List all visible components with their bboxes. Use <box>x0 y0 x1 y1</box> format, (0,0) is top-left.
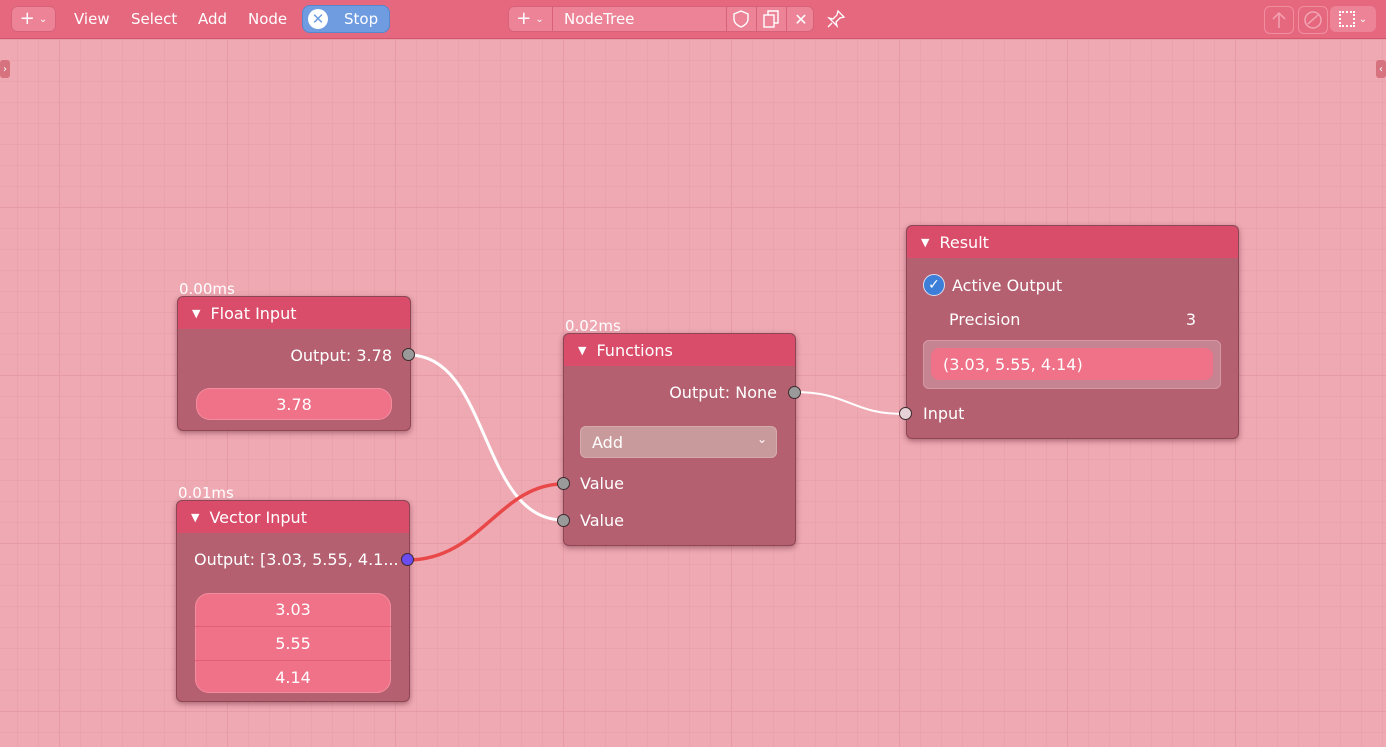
functions-node[interactable]: ▼ Functions Output: None Add ⌄ Value Val… <box>563 333 796 546</box>
float-input-node[interactable]: ▼ Float Input Output: 3.78 3.78 <box>177 296 411 431</box>
new-tree-button[interactable]: + ⌄ <box>508 6 553 32</box>
link-functions-to-result <box>793 391 906 415</box>
close-circle-icon: ✕ <box>308 9 328 29</box>
editor-type-button[interactable]: + ⌄ <box>11 6 56 32</box>
vector-z-value: 4.14 <box>275 668 311 687</box>
result-node[interactable]: ▼ Result ✓ Active Output Precision 3 (3.… <box>906 225 1239 439</box>
overlay-button[interactable] <box>1298 6 1328 34</box>
pin-button[interactable] <box>822 6 850 32</box>
vector-values-column: 3.03 5.55 4.14 <box>195 593 391 693</box>
node-tree-name[interactable]: NodeTree <box>564 10 634 28</box>
vector-y-value: 5.55 <box>275 634 311 653</box>
node-tree-selector: + ⌄ NodeTree ✕ <box>508 6 814 32</box>
float-input-title: Float Input <box>210 303 297 323</box>
float-value: 3.78 <box>276 394 312 414</box>
plus-icon: + <box>516 8 532 29</box>
functions-input-label-1: Value <box>580 474 624 493</box>
overlay-icon <box>1304 11 1322 29</box>
toolbar-collapse-handle[interactable]: › <box>0 60 10 78</box>
vector-input-title: Vector Input <box>209 507 307 527</box>
chevron-down-icon: ⌄ <box>535 13 544 25</box>
chevron-down-icon: ⌄ <box>38 13 48 25</box>
result-title: Result <box>939 232 989 252</box>
vector-x-value: 3.03 <box>275 600 311 619</box>
link-float-to-value <box>408 353 564 522</box>
collapse-triangle-icon[interactable]: ▼ <box>578 344 586 357</box>
operation-dropdown[interactable]: Add ⌄ <box>580 426 777 458</box>
result-display-box: (3.03, 5.55, 4.14) <box>923 340 1221 389</box>
functions-output-label: Output: None <box>669 383 777 402</box>
pin-icon <box>826 9 846 29</box>
functions-header[interactable]: ▼ Functions <box>564 334 795 366</box>
copy-tree-button[interactable] <box>756 6 785 32</box>
fake-user-button[interactable] <box>726 6 755 32</box>
result-input-label: Input <box>923 404 965 423</box>
chevron-down-icon: ⌄ <box>1358 13 1368 25</box>
float-output-socket[interactable] <box>402 348 415 361</box>
sidebar-collapse-handle[interactable]: ‹ <box>1376 60 1386 78</box>
vector-output-socket[interactable] <box>401 553 414 566</box>
float-input-header[interactable]: ▼ Float Input <box>178 297 410 329</box>
vector-input-header[interactable]: ▼ Vector Input <box>177 501 409 533</box>
node-editor-header: + ⌄ View Select Add Node ✕ Stop + ⌄ Node… <box>0 0 1386 39</box>
vector-z-field[interactable]: 4.14 <box>195 661 391 693</box>
collapse-triangle-icon[interactable]: ▼ <box>191 511 199 524</box>
copy-icon <box>763 10 779 28</box>
functions-output-socket[interactable] <box>788 386 801 399</box>
float-value-field[interactable]: 3.78 <box>196 388 392 420</box>
collapse-triangle-icon[interactable]: ▼ <box>921 236 929 249</box>
precision-value: 3 <box>1185 310 1196 329</box>
vector-y-field[interactable]: 5.55 <box>195 627 391 661</box>
chevron-down-icon: ⌄ <box>756 432 767 446</box>
functions-input-socket-2[interactable] <box>557 514 570 527</box>
stop-button[interactable]: ✕ Stop <box>302 5 390 33</box>
plus-icon: + <box>19 8 35 29</box>
result-header[interactable]: ▼ Result <box>907 226 1238 258</box>
result-display-value: (3.03, 5.55, 4.14) <box>943 354 1083 374</box>
menu-node[interactable]: Node <box>248 10 287 28</box>
menu-view[interactable]: View <box>74 10 110 28</box>
checkbox-checked-icon: ✓ <box>923 274 945 296</box>
close-icon: ✕ <box>794 9 808 29</box>
shield-icon <box>733 10 749 28</box>
result-display-field[interactable]: (3.03, 5.55, 4.14) <box>931 348 1213 380</box>
result-input-socket[interactable] <box>899 407 912 420</box>
stop-label: Stop <box>344 10 379 28</box>
vector-input-output-label: Output: [3.03, 5.55, 4.1... <box>194 550 399 569</box>
precision-label: Precision <box>949 310 1021 329</box>
snap-button[interactable]: ⌄ <box>1330 6 1376 32</box>
parent-icon <box>1272 11 1286 28</box>
functions-title: Functions <box>596 340 673 360</box>
snap-icon <box>1338 11 1355 27</box>
functions-input-label-2: Value <box>580 511 624 530</box>
link-vector-to-value <box>407 482 564 562</box>
unlink-tree-button[interactable]: ✕ <box>786 6 815 32</box>
vector-x-field[interactable]: 3.03 <box>195 593 391 627</box>
vector-input-node[interactable]: ▼ Vector Input Output: [3.03, 5.55, 4.1.… <box>176 500 410 702</box>
precision-field[interactable]: Precision 3 <box>923 307 1222 333</box>
operation-value: Add <box>592 432 623 452</box>
active-output-label: Active Output <box>952 275 1063 295</box>
collapse-triangle-icon[interactable]: ▼ <box>192 307 200 320</box>
menu-select[interactable]: Select <box>131 10 177 28</box>
menu-add[interactable]: Add <box>198 10 227 28</box>
functions-input-socket-1[interactable] <box>557 477 570 490</box>
parent-node-tree-button[interactable] <box>1264 6 1294 34</box>
active-output-checkbox[interactable]: ✓ Active Output <box>923 274 1062 296</box>
float-input-output-label: Output: 3.78 <box>290 346 392 365</box>
